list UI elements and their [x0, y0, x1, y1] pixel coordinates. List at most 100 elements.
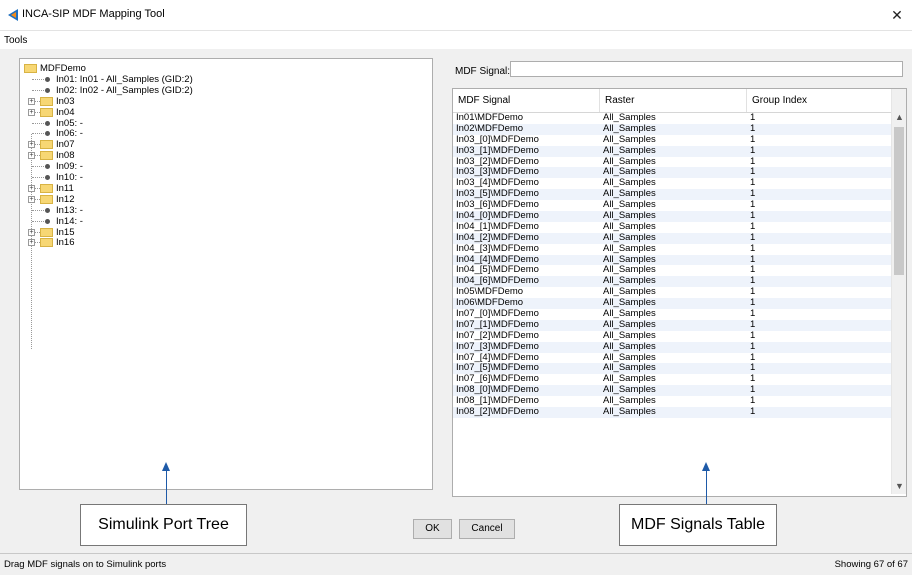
table-body: In01\MDFDemo All_Samples 1 In02\MDFDemo All_…	[453, 112, 891, 418]
tree-node[interactable]: In14: -	[20, 216, 420, 227]
cell-group-index: 1	[750, 406, 756, 418]
callout-arrowhead-left	[162, 462, 170, 471]
tree-node[interactable]: + In11	[20, 183, 420, 194]
tree-connector	[32, 220, 44, 222]
mdf-signals-table[interactable]: MDF Signal Raster Group Index In01\MDFDe…	[452, 88, 907, 497]
status-count: Showing 67 of 67	[834, 559, 908, 570]
cell-mdf-signal: In04_[3]\MDFDemo	[456, 242, 539, 254]
table-header: MDF Signal Raster Group Index	[453, 89, 891, 113]
expand-icon[interactable]: +	[28, 195, 35, 203]
expand-icon[interactable]: +	[28, 152, 35, 160]
tree-node[interactable]: In02: In02 - All_Samples (GID:2)	[20, 85, 420, 96]
column-header-raster[interactable]: Raster	[600, 89, 747, 112]
inca-logo-icon	[8, 9, 18, 21]
expand-icon[interactable]: +	[28, 228, 35, 236]
cell-group-index: 1	[750, 242, 756, 254]
tree-connector	[32, 166, 44, 168]
tree-connector	[32, 122, 44, 124]
table-row[interactable]: In08_[2]\MDFDemo All_Samples 1	[453, 406, 891, 418]
tree-connector	[32, 209, 44, 211]
tree-node-label: In02: In02 - All_Samples (GID:2)	[56, 84, 193, 96]
tree-node[interactable]: In01: In01 - All_Samples (GID:2)	[20, 74, 420, 85]
simulink-port-tree[interactable]: MDFDemo In01: In01 - All_Samples (GID:2) I…	[19, 58, 433, 490]
menu-tools[interactable]: Tools	[4, 35, 27, 46]
tree-node[interactable]: + In16	[20, 237, 420, 248]
callout-mdf-signals-table: MDF Signals Table	[619, 504, 777, 546]
tree-node-label: In15	[56, 226, 75, 238]
table-row[interactable]: In07_[3]\MDFDemo All_Samples 1	[453, 340, 891, 353]
tree-node[interactable]: + In04	[20, 107, 420, 118]
folder-icon	[40, 238, 53, 248]
folder-icon	[24, 64, 37, 73]
callout-arrow-left	[166, 470, 167, 504]
tree-connector	[32, 177, 44, 178]
cell-mdf-signal: In08_[2]\MDFDemo	[456, 406, 539, 418]
signal-dot-icon	[45, 175, 50, 180]
signal-dot-icon	[45, 76, 50, 82]
expand-icon[interactable]: +	[28, 184, 35, 192]
close-icon[interactable]: ✕	[882, 0, 912, 30]
cell-raster: All_Samples	[603, 406, 656, 418]
folder-icon	[40, 183, 53, 193]
expand-icon[interactable]: +	[28, 239, 35, 247]
mdf-signal-label: MDF Signal:	[455, 66, 511, 77]
folder-icon	[40, 96, 53, 106]
scroll-down-icon[interactable]: ▼	[895, 481, 904, 491]
expand-icon[interactable]: +	[28, 97, 35, 105]
tree-node[interactable]: + In08	[20, 150, 420, 161]
tree-node-label: In16	[56, 237, 75, 249]
tree-node-label: In01: In01 - All_Samples (GID:2)	[56, 73, 193, 85]
folder-icon	[40, 194, 53, 204]
signal-dot-icon	[45, 207, 50, 213]
cell-raster: All_Samples	[603, 340, 656, 352]
table-scrollbar[interactable]: ▲ ▼	[891, 89, 906, 494]
tree-node[interactable]: + In03	[20, 96, 420, 107]
column-header-mdf-signal[interactable]: MDF Signal	[453, 89, 600, 112]
status-message: Drag MDF signals on to Simulink ports	[4, 559, 167, 570]
tree-node-label: In09: -	[56, 161, 83, 173]
status-bar: Drag MDF signals on to Simulink ports Sh…	[0, 553, 912, 575]
tree-node[interactable]: In06: -	[20, 128, 420, 139]
signal-dot-icon	[45, 164, 50, 170]
tree-node[interactable]: In05: -	[20, 118, 420, 129]
callout-arrowhead-right	[702, 462, 710, 471]
scroll-up-icon[interactable]: ▲	[895, 112, 904, 122]
callout-arrow-right	[706, 470, 707, 504]
expand-icon[interactable]: +	[28, 141, 35, 149]
expand-icon[interactable]: +	[28, 108, 35, 116]
cell-mdf-signal: In07_[3]\MDFDemo	[456, 340, 539, 352]
tree-node-label: In08	[56, 150, 75, 162]
tree-node[interactable]: + In12	[20, 194, 420, 205]
tree-node-label: In12	[56, 193, 75, 205]
table-row[interactable]: In03_[1]\MDFDemo All_Samples 1	[453, 144, 891, 157]
tree-node-label: In10: -	[56, 172, 83, 183]
signal-dot-icon	[45, 131, 50, 137]
table-row[interactable]: In04_[3]\MDFDemo All_Samples 1	[453, 242, 891, 255]
cell-group-index: 1	[750, 144, 756, 156]
cell-mdf-signal: In03_[1]\MDFDemo	[456, 144, 539, 156]
ok-button[interactable]: OK	[413, 519, 452, 539]
tree-node[interactable]: + In15	[20, 227, 420, 238]
tree-node[interactable]: In10: -	[20, 172, 420, 183]
folder-icon	[40, 151, 53, 161]
tree-node-label: In11	[56, 182, 74, 194]
tree-connector	[32, 89, 44, 91]
tree-node[interactable]: In09: -	[20, 161, 420, 172]
tree-node-label: In06: -	[56, 128, 83, 140]
folder-icon	[40, 140, 53, 150]
tree-node-label: In04	[56, 106, 75, 118]
mdf-signal-input[interactable]	[510, 61, 903, 77]
tree-node-label: In14: -	[56, 215, 83, 227]
title-bar: INCA-SIP MDF Mapping Tool ✕	[0, 0, 912, 31]
cell-raster: All_Samples	[603, 144, 656, 156]
signal-dot-icon	[45, 120, 50, 126]
tree-node-label: In03	[56, 95, 75, 107]
callout-simulink-port-tree: Simulink Port Tree	[80, 504, 247, 546]
cancel-button[interactable]: Cancel	[459, 519, 515, 539]
scroll-thumb[interactable]	[894, 127, 904, 275]
tree-node-label: In05: -	[56, 117, 83, 129]
tree-node[interactable]: In13: -	[20, 205, 420, 216]
tree-connector	[32, 78, 44, 80]
tree-node[interactable]: + In07	[20, 139, 420, 150]
column-header-group-index[interactable]: Group Index	[747, 89, 891, 112]
